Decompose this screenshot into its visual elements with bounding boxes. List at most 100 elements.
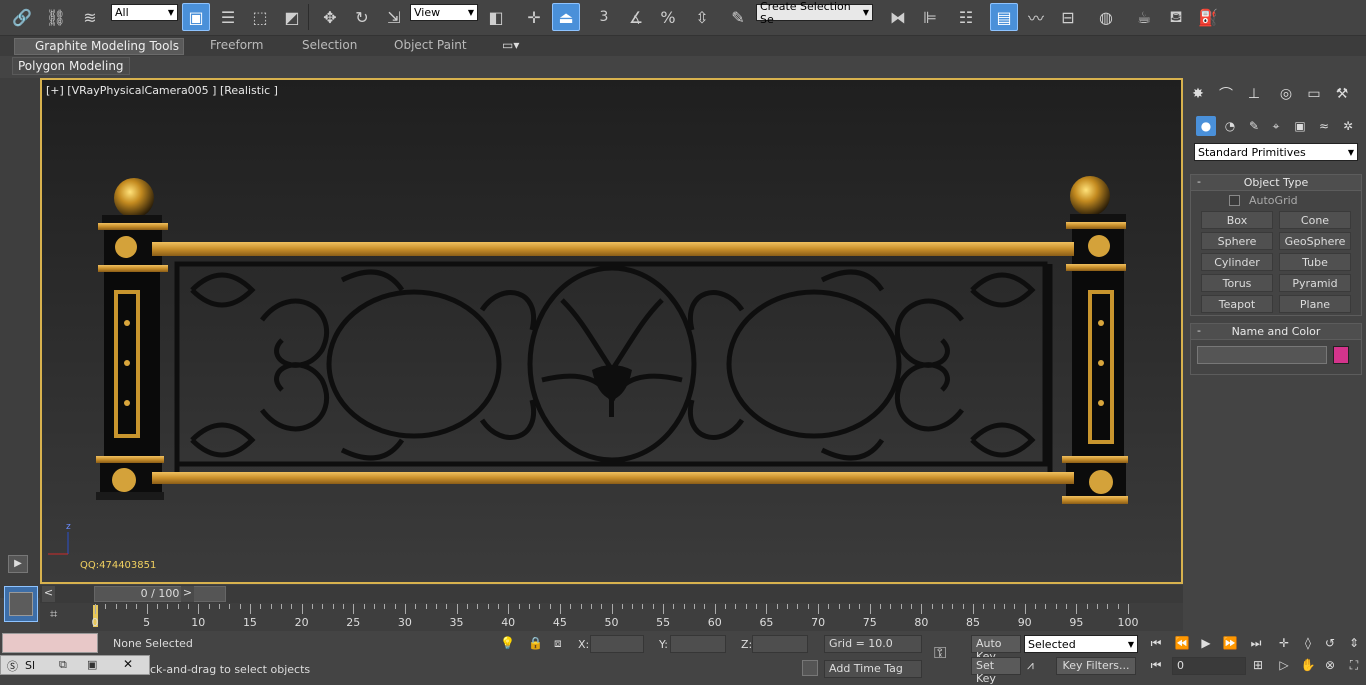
object-color-swatch[interactable] [1333, 346, 1349, 364]
object-name-input[interactable] [1197, 346, 1327, 364]
walk-through-icon[interactable]: ⊗ [1322, 658, 1338, 674]
move-icon[interactable]: ✥ [316, 3, 344, 31]
box-button[interactable]: Box [1201, 211, 1273, 229]
play-icon[interactable]: ▶ [1198, 636, 1214, 652]
curve-editor-icon[interactable]: 〰 [1022, 3, 1050, 31]
time-slider-next[interactable]: > [181, 586, 194, 602]
viewport-camera[interactable]: [+] [VRayPhysicalCamera005 ] [Realistic … [40, 78, 1183, 584]
curve-editor-mini-icon[interactable]: ⌗ [50, 607, 72, 625]
field-of-view-icon[interactable]: ◊ [1300, 636, 1316, 652]
time-config-icon[interactable]: ⊞ [1250, 658, 1266, 674]
pan-view-icon[interactable]: ✋ [1300, 658, 1316, 674]
cameras-icon[interactable]: ⌖ [1266, 116, 1286, 136]
absolute-mode-icon[interactable]: ⧈ [554, 636, 562, 651]
zoom-extents-icon[interactable]: ✛ [1276, 636, 1292, 652]
angle-snap-icon[interactable]: ∡ [622, 3, 650, 31]
sphere-button[interactable]: Sphere [1201, 232, 1273, 250]
maxscript-listener[interactable] [2, 633, 98, 653]
lock-selection-icon[interactable]: 🔒 [528, 636, 543, 650]
material-editor-icon[interactable]: ◍ [1092, 3, 1120, 31]
taskbar-window[interactable]: Ⓢ Sl ⧉ ▣ ✕ [0, 655, 150, 675]
graphite-toggle-icon[interactable]: ▤ [990, 3, 1018, 31]
hierarchy-tab-icon[interactable]: ⊥ [1242, 82, 1266, 106]
time-slider-prev[interactable]: < [42, 586, 55, 602]
y-coordinate-input[interactable] [670, 635, 726, 653]
pivot-center-icon[interactable]: ◧ [482, 3, 510, 31]
percent-snap-icon[interactable]: % [654, 3, 682, 31]
space-warps-icon[interactable]: ≈ [1314, 116, 1334, 136]
name-color-header[interactable]: - Name and Color [1191, 324, 1361, 340]
reference-coordinate-dropdown[interactable]: View ▼ [410, 4, 478, 21]
selection-filter-dropdown[interactable]: All ▼ [111, 4, 178, 21]
keyboard-shortcut-override-icon[interactable]: ⏏ [552, 3, 580, 31]
tab-selection[interactable]: Selection [302, 38, 357, 55]
render-production-icon[interactable]: ⛽ [1194, 3, 1222, 31]
tab-freeform[interactable]: Freeform [210, 38, 263, 55]
ribbon-options-icon[interactable]: ▭▾ [502, 38, 519, 55]
named-selection-dropdown[interactable]: Create Selection Se ▼ [756, 0, 873, 26]
align-icon[interactable]: ⊫ [916, 3, 944, 31]
display-tab-icon[interactable]: ▭ [1302, 82, 1326, 106]
unlink-icon[interactable]: ⛓ [42, 3, 70, 31]
close-icon[interactable]: ✕ [123, 657, 133, 671]
link-icon[interactable]: 🔗 [8, 3, 36, 31]
selected-set-dropdown[interactable]: Selected ▼ [1024, 635, 1138, 653]
goto-start-icon[interactable]: ⏮ [1148, 636, 1164, 652]
lights-icon[interactable]: ✎ [1244, 116, 1264, 136]
object-type-header[interactable]: - Object Type [1191, 175, 1361, 191]
rotate-icon[interactable]: ↻ [348, 3, 376, 31]
time-slider[interactable]: < 0 / 100 > [40, 585, 1183, 603]
autogrid-checkbox[interactable] [1229, 195, 1240, 206]
cone-button[interactable]: Cone [1279, 211, 1351, 229]
rendered-frame-icon[interactable]: ⛾ [1162, 3, 1190, 31]
orbit-icon[interactable]: ↺ [1322, 636, 1338, 652]
polygon-modeling-panel[interactable]: Polygon Modeling [12, 57, 130, 75]
auto-key-button[interactable]: Auto Key [971, 635, 1021, 663]
maximize-icon[interactable]: ▣ [87, 658, 97, 671]
dolly-icon[interactable]: ⇕ [1346, 636, 1362, 652]
isolate-icon[interactable]: 💡 [500, 636, 515, 650]
maximize-viewport-icon[interactable]: ⛶ [1346, 658, 1362, 674]
edit-named-selection-icon[interactable]: ✎ [724, 3, 752, 31]
play-viewport-icon[interactable]: ▶ [8, 555, 28, 573]
restore-icon[interactable]: ⧉ [59, 658, 67, 672]
time-tag-icon[interactable] [802, 660, 818, 676]
create-tab-icon[interactable]: ✸ [1186, 82, 1210, 106]
z-coordinate-input[interactable] [752, 635, 808, 653]
scale-icon[interactable]: ⇲ [380, 3, 408, 31]
set-key-icon[interactable]: ⩘ [1027, 658, 1034, 673]
goto-end-icon[interactable]: ⏭ [1248, 636, 1264, 652]
select-manipulate-icon[interactable]: ✛ [520, 3, 548, 31]
schematic-view-icon[interactable]: ⊟ [1054, 3, 1082, 31]
plane-button[interactable]: Plane [1279, 295, 1351, 313]
key-filters-button[interactable]: Key Filters... [1056, 657, 1136, 675]
window-crossing-icon[interactable]: ◩ [278, 3, 306, 31]
next-frame-icon[interactable]: ⏩ [1222, 636, 1238, 652]
helpers-icon[interactable]: ▣ [1290, 116, 1310, 136]
select-object-icon[interactable]: ▣ [182, 3, 210, 31]
cylinder-button[interactable]: Cylinder [1201, 253, 1273, 271]
bind-space-warp-icon[interactable]: ≋ [76, 3, 104, 31]
render-setup-icon[interactable]: ☕ [1130, 3, 1158, 31]
time-slider-thumb[interactable]: 0 / 100 [94, 586, 226, 602]
x-coordinate-input[interactable] [590, 635, 644, 653]
pyramid-button[interactable]: Pyramid [1279, 274, 1351, 292]
tube-button[interactable]: Tube [1279, 253, 1351, 271]
mirror-icon[interactable]: ⧓ [884, 3, 912, 31]
prev-frame-icon[interactable]: ⏪ [1174, 636, 1190, 652]
current-frame-input[interactable]: 0 [1172, 657, 1246, 675]
snaps-toggle-icon[interactable]: 3 [590, 3, 618, 31]
dolly-camera-icon[interactable]: ▷ [1276, 658, 1292, 674]
set-key-button[interactable]: Set Key [971, 657, 1021, 685]
select-by-name-icon[interactable]: ☰ [214, 3, 242, 31]
teapot-button[interactable]: Teapot [1201, 295, 1273, 313]
set-key-mode-icon[interactable]: ⚿ [934, 643, 946, 663]
utilities-tab-icon[interactable]: ⚒ [1330, 82, 1354, 106]
add-time-tag-button[interactable]: Add Time Tag [824, 660, 922, 678]
layer-manager-icon[interactable]: ☷ [952, 3, 980, 31]
tab-object-paint[interactable]: Object Paint [394, 38, 467, 55]
tab-graphite-modeling-tools[interactable]: Graphite Modeling Tools [14, 38, 184, 55]
key-mode-icon[interactable]: ⏮ [1148, 658, 1164, 674]
category-dropdown[interactable]: Standard Primitives ▼ [1194, 143, 1358, 161]
viewport-layout-icon[interactable] [4, 586, 38, 622]
